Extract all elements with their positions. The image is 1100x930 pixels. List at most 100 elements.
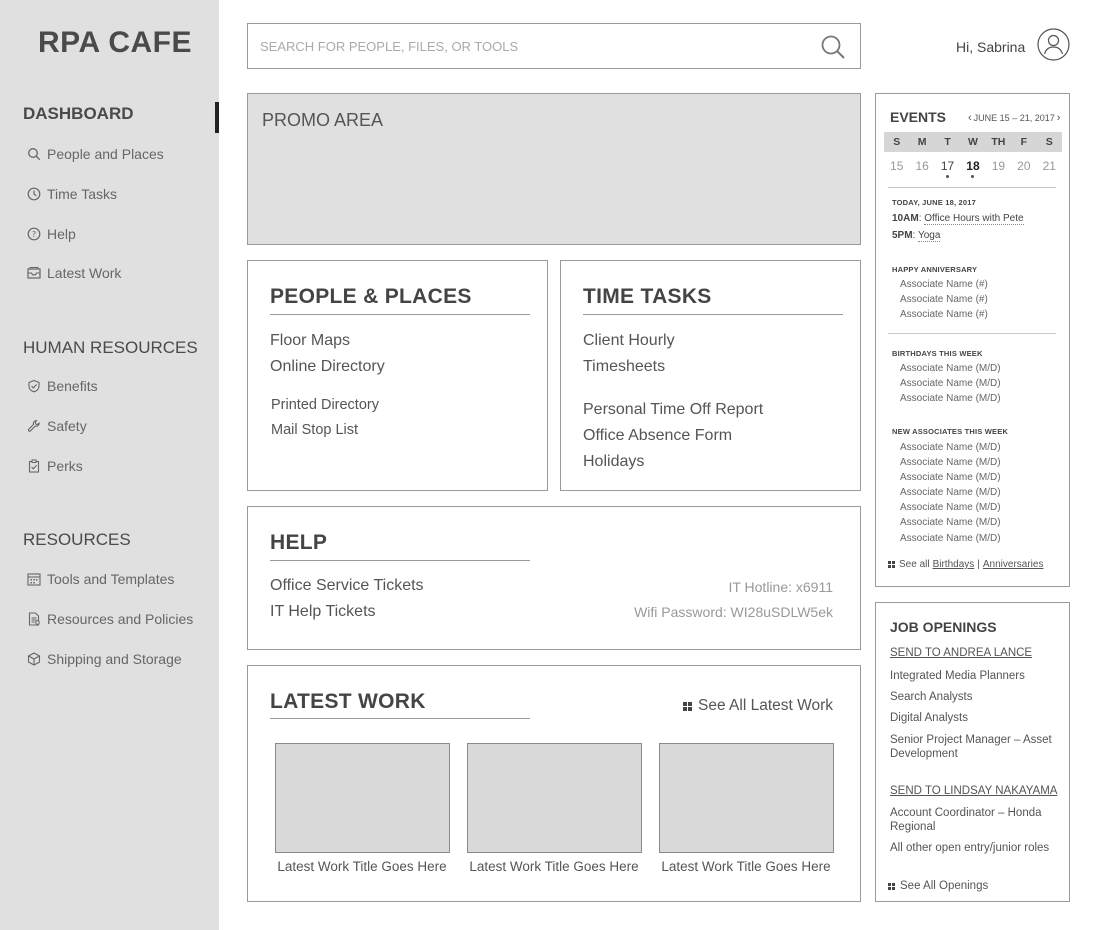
search-icon[interactable]	[820, 34, 846, 60]
today-event[interactable]: 5PM: Yoga	[892, 230, 941, 242]
sidebar-item-help[interactable]: ? Help	[27, 226, 76, 242]
latest-work-card: LATEST WORK See All Latest Work Latest W…	[247, 665, 861, 902]
new-associates-heading: NEW ASSOCIATES THIS WEEK	[892, 427, 1009, 436]
calendar-day[interactable]: 17	[935, 159, 960, 178]
list-item: Associate Name (M/D)	[900, 517, 1001, 528]
list-item: Associate Name (#)	[900, 294, 988, 305]
see-all-openings-link[interactable]: See All Openings	[888, 880, 988, 892]
list-item: Associate Name (#)	[900, 279, 988, 290]
link-timesheets[interactable]: Timesheets	[583, 358, 665, 376]
chevron-left-icon[interactable]: ‹	[968, 112, 972, 124]
separator: |	[977, 559, 980, 570]
title-divider	[583, 314, 843, 315]
job-item[interactable]: Digital Analysts	[890, 711, 1060, 725]
sidebar-section-human-resources[interactable]: HUMAN RESOURCES	[23, 338, 198, 358]
list-item: Associate Name (M/D)	[900, 442, 1001, 453]
events-panel: EVENTS ‹ JUNE 15 – 21, 2017 › S M T W TH…	[875, 93, 1070, 587]
events-title: EVENTS	[890, 109, 947, 125]
link-pto-report[interactable]: Personal Time Off Report	[583, 401, 763, 419]
title-divider	[270, 560, 530, 561]
send-to-lindsay-link[interactable]: SEND TO LINDSAY NAKAYAMA	[890, 785, 1057, 797]
sidebar-item-shipping-and-storage[interactable]: Shipping and Storage	[27, 651, 182, 667]
weekday-label: S	[893, 136, 901, 148]
list-item: Associate Name (M/D)	[900, 378, 1001, 389]
latest-work-thumbnail[interactable]	[659, 743, 834, 853]
calendar-day[interactable]: 19	[986, 159, 1011, 173]
list-item: Associate Name (M/D)	[900, 533, 1001, 544]
calendar-day[interactable]: 21	[1037, 159, 1062, 173]
link-mail-stop-list[interactable]: Mail Stop List	[271, 422, 358, 438]
calendar-day-today[interactable]: 18	[960, 159, 985, 178]
latest-work-thumbnail[interactable]	[467, 743, 642, 853]
sidebar-item-perks[interactable]: Perks	[27, 458, 83, 474]
sidebar-item-safety[interactable]: Safety	[27, 418, 87, 434]
grid-icon	[683, 701, 693, 711]
calendar-day[interactable]: 20	[1011, 159, 1036, 173]
weekday-label: M	[917, 136, 927, 148]
user-greeting: Hi, Sabrina	[956, 39, 1026, 55]
week-days: 15 16 17 18 19 20 21	[884, 159, 1062, 178]
latest-work-title[interactable]: Latest Work Title Goes Here	[267, 859, 457, 874]
latest-work-thumbnail[interactable]	[275, 743, 450, 853]
job-item[interactable]: Senior Project Manager – Asset Developme…	[890, 733, 1060, 761]
link-online-directory[interactable]: Online Directory	[270, 358, 385, 376]
card-title: PEOPLE & PLACES	[270, 285, 472, 308]
sidebar-item-people-and-places[interactable]: People and Places	[27, 146, 164, 162]
sidebar-item-tools-and-templates[interactable]: Tools and Templates	[27, 571, 174, 587]
events-footer: See all Birthdays | Anniversaries	[888, 559, 1046, 570]
today-event[interactable]: 10AM: Office Hours with Pete	[892, 213, 1024, 225]
link-client-hourly[interactable]: Client Hourly	[583, 332, 675, 350]
link-office-absence-form[interactable]: Office Absence Form	[583, 427, 732, 445]
latest-work-title[interactable]: Latest Work Title Goes Here	[459, 859, 649, 874]
package-icon	[27, 652, 41, 666]
promo-area[interactable]: PROMO AREA	[247, 93, 861, 245]
title-divider	[270, 314, 530, 315]
see-all-prefix: See all	[899, 559, 930, 570]
sidebar-section-resources[interactable]: RESOURCES	[23, 530, 131, 550]
anniversary-heading: HAPPY ANNIVERSARY	[892, 265, 978, 274]
search-icon	[27, 147, 41, 161]
question-circle-icon: ?	[27, 227, 41, 241]
send-to-andrea-link[interactable]: SEND TO ANDREA LANCE	[890, 647, 1032, 659]
job-item[interactable]: All other open entry/junior roles	[890, 841, 1060, 855]
sidebar-item-label: Resources and Policies	[47, 611, 194, 627]
sidebar-item-benefits[interactable]: Benefits	[27, 378, 98, 394]
event-name: Yoga	[917, 230, 941, 242]
search-bar	[247, 23, 861, 69]
clock-icon	[27, 187, 41, 201]
card-title: LATEST WORK	[270, 690, 426, 713]
calendar-day[interactable]: 16	[909, 159, 934, 173]
job-item[interactable]: Account Coordinator – Honda Regional	[890, 806, 1060, 834]
anniversaries-link[interactable]: Anniversaries	[983, 559, 1044, 570]
link-it-help-tickets[interactable]: IT Help Tickets	[270, 603, 376, 621]
link-printed-directory[interactable]: Printed Directory	[271, 397, 379, 413]
birthdays-link[interactable]: Birthdays	[933, 559, 975, 570]
link-office-service-tickets[interactable]: Office Service Tickets	[270, 577, 424, 595]
search-input[interactable]	[248, 24, 808, 68]
birthdays-heading: BIRTHDAYS THIS WEEK	[892, 349, 983, 358]
sidebar-section-dashboard[interactable]: DASHBOARD	[23, 104, 134, 124]
list-item: Associate Name (M/D)	[900, 457, 1001, 468]
job-item[interactable]: Search Analysts	[890, 690, 1060, 704]
link-holidays[interactable]: Holidays	[583, 453, 644, 471]
user-avatar-icon[interactable]	[1037, 28, 1070, 61]
sidebar-item-label: Perks	[47, 458, 83, 474]
chevron-right-icon[interactable]: ›	[1057, 112, 1061, 124]
sidebar-item-time-tasks[interactable]: Time Tasks	[27, 186, 117, 202]
list-item: Associate Name (M/D)	[900, 502, 1001, 513]
brand-logo[interactable]: RPA CAFE	[38, 26, 192, 60]
sidebar-item-resources-and-policies[interactable]: Resources and Policies	[27, 611, 193, 627]
today-heading: TODAY, JUNE 18, 2017	[892, 198, 977, 207]
see-all-label: See All Openings	[900, 880, 989, 892]
latest-work-title[interactable]: Latest Work Title Goes Here	[651, 859, 841, 874]
see-all-latest-work-link[interactable]: See All Latest Work	[683, 697, 833, 715]
list-item: Associate Name (M/D)	[900, 393, 1001, 404]
calendar-day[interactable]: 15	[884, 159, 909, 173]
job-item[interactable]: Integrated Media Planners	[890, 669, 1060, 683]
wrench-icon	[27, 419, 41, 433]
inbox-icon	[27, 266, 41, 280]
link-floor-maps[interactable]: Floor Maps	[270, 332, 350, 350]
sidebar-item-latest-work[interactable]: Latest Work	[27, 265, 121, 281]
wifi-password: Wifi Password: WI28uSDLW5ek	[634, 604, 833, 620]
time-tasks-card: TIME TASKS Client Hourly Timesheets Pers…	[560, 260, 861, 491]
